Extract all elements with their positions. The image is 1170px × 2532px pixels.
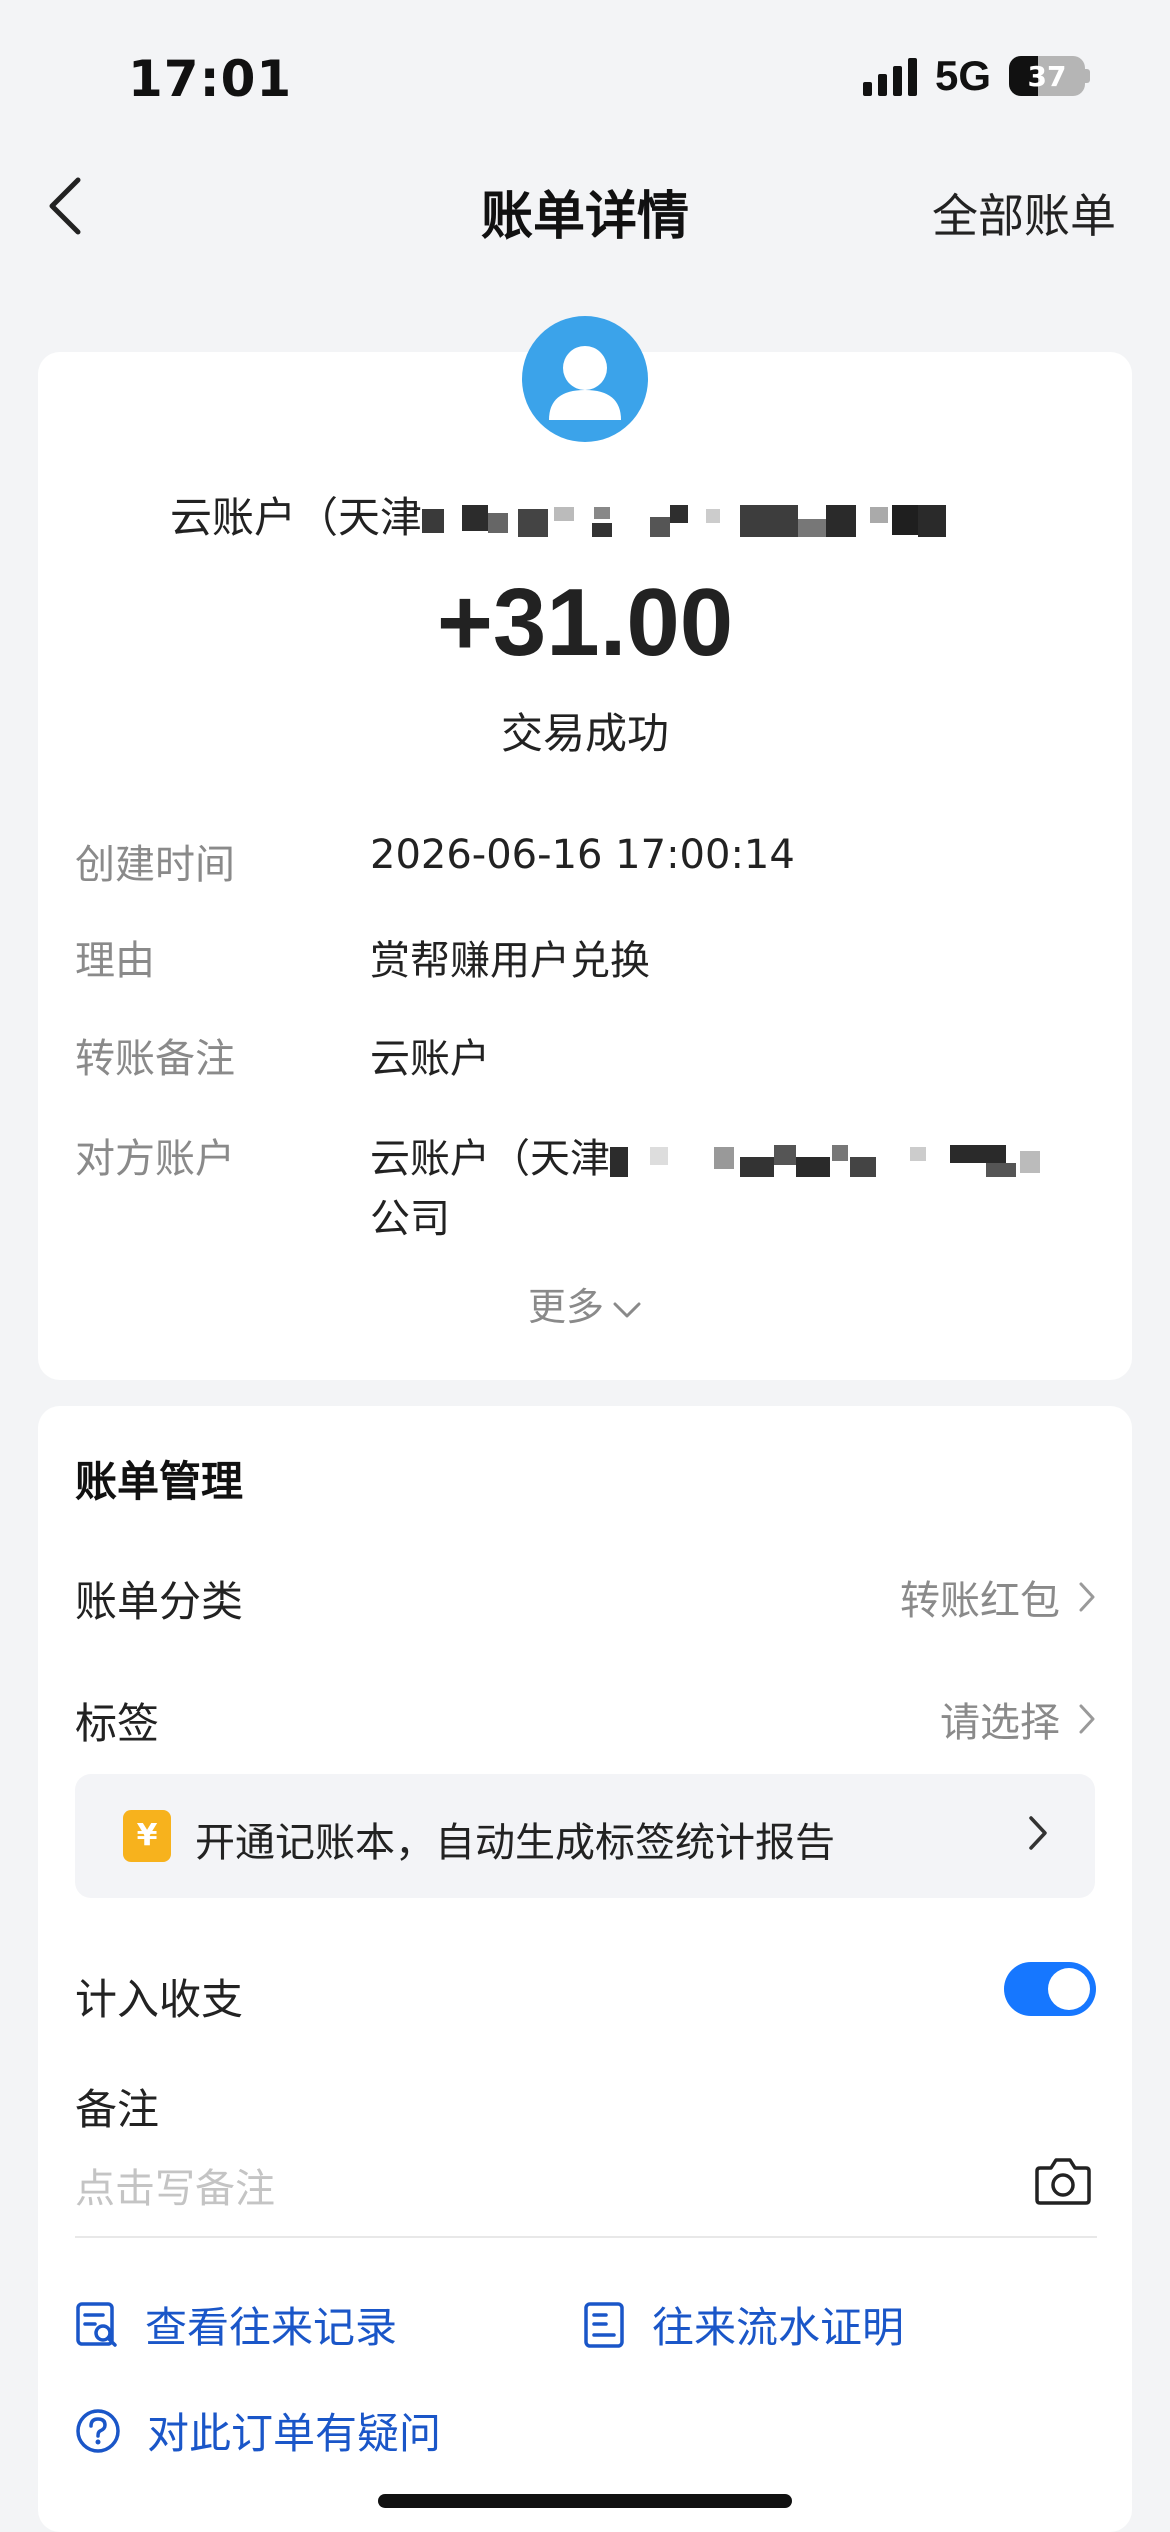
payee-name: 云账户（天津 xyxy=(170,484,992,545)
promo-text: 开通记账本，自动生成标签统计报告 xyxy=(195,1820,835,1866)
note-label: 备注 xyxy=(75,2085,160,2134)
include-stats-label: 计入收支 xyxy=(75,1975,244,2024)
avatar xyxy=(522,316,648,442)
transfer-note-label: 转账备注 xyxy=(75,1036,235,1082)
signal-icon xyxy=(862,56,917,96)
records-icon xyxy=(76,2301,117,2347)
battery-level: 37 xyxy=(1027,59,1067,93)
counterparty-value-line2: 公司 xyxy=(370,1196,450,1242)
category-selector[interactable]: 转账红包 xyxy=(900,1568,1096,1626)
view-history-label: 查看往来记录 xyxy=(145,2303,398,2352)
order-question-label: 对此订单有疑问 xyxy=(147,2409,442,2458)
home-indicator[interactable] xyxy=(378,2494,792,2508)
reason-label: 理由 xyxy=(75,938,155,984)
category-value: 转账红包 xyxy=(900,1578,1060,1624)
redacted-mosaic xyxy=(422,504,947,537)
statement-proof-label: 往来流水证明 xyxy=(652,2303,905,2352)
section-title: 账单管理 xyxy=(75,1457,244,1506)
reason-value: 赏帮赚用户兑换 xyxy=(370,938,650,984)
include-stats-toggle[interactable] xyxy=(1004,1962,1096,2016)
created-time-value: 2026-06-16 17:00:14 xyxy=(370,832,795,878)
all-bills-link[interactable]: 全部账单 xyxy=(932,180,1116,246)
yuan-icon: ¥ xyxy=(123,1810,171,1862)
user-icon xyxy=(549,346,621,420)
created-time-label: 创建时间 xyxy=(75,842,235,888)
bookkeeping-promo-banner[interactable]: ¥ 开通记账本，自动生成标签统计报告 xyxy=(75,1774,1095,1898)
chevron-right-icon xyxy=(1029,1816,1047,1850)
tag-label: 标签 xyxy=(75,1699,160,1748)
chevron-right-icon xyxy=(1079,1582,1095,1612)
statement-icon xyxy=(584,2301,624,2348)
status-icons: 5G 37 xyxy=(862,52,1090,100)
camera-icon[interactable] xyxy=(1034,2154,1092,2206)
chevron-right-icon xyxy=(1079,1704,1095,1734)
transfer-note-value: 云账户 xyxy=(370,1036,490,1082)
statement-proof-link[interactable]: 往来流水证明 xyxy=(582,2294,904,2355)
chevron-down-icon xyxy=(613,1302,641,1317)
redacted-mosaic xyxy=(610,1145,1040,1177)
tag-value: 请选择 xyxy=(940,1700,1060,1746)
transaction-status: 交易成功 xyxy=(500,709,669,758)
more-toggle[interactable]: 更多 xyxy=(0,1276,1170,1331)
transaction-amount: +31.00 xyxy=(436,569,734,676)
counterparty-value: 云账户（天津 xyxy=(370,1126,1050,1184)
note-input[interactable]: 点击写备注 xyxy=(75,2156,275,2214)
category-label: 账单分类 xyxy=(75,1577,244,1626)
order-question-link[interactable]: 对此订单有疑问 xyxy=(75,2400,441,2461)
view-history-link[interactable]: 查看往来记录 xyxy=(75,2294,397,2355)
network-type: 5G xyxy=(934,52,991,99)
payee-text: 云账户（天津 xyxy=(170,493,423,542)
more-label: 更多 xyxy=(527,1285,604,1329)
divider xyxy=(75,2236,1097,2238)
counterparty-text: 云账户（天津 xyxy=(370,1136,610,1182)
counterparty-label: 对方账户 xyxy=(75,1136,235,1182)
battery-icon: 37 xyxy=(1009,56,1085,96)
tag-selector[interactable]: 请选择 xyxy=(940,1690,1096,1748)
question-icon xyxy=(76,2408,120,2453)
status-time: 17:01 xyxy=(128,50,293,108)
